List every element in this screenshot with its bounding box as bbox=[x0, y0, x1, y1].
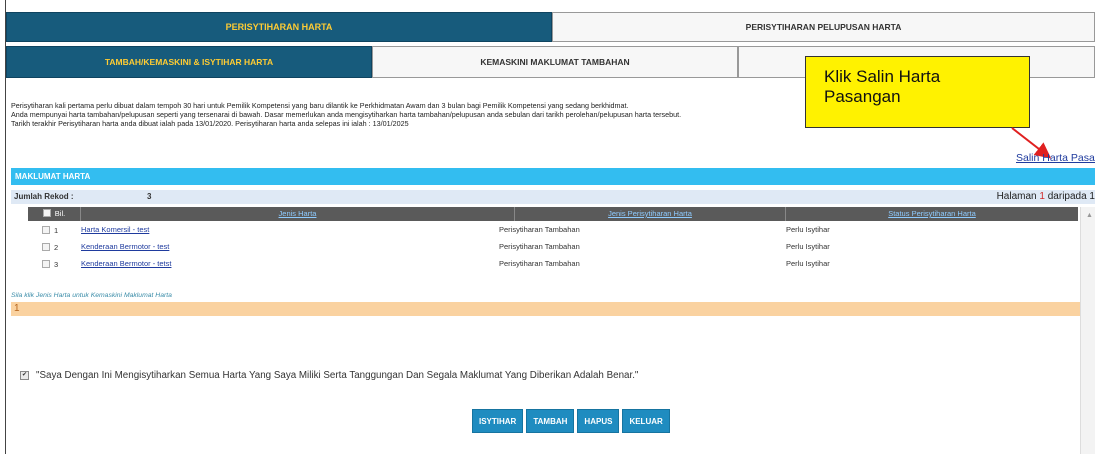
row-jenis-harta-link[interactable]: Kenderaan Bermotor - test bbox=[81, 238, 169, 255]
declaration-checkbox[interactable]: ✔ bbox=[20, 370, 29, 380]
callout-line-2: Pasangan bbox=[824, 87, 901, 106]
callout-box: Klik Salin Harta Pasangan bbox=[805, 56, 1030, 128]
table-row: 3 Kenderaan Bermotor - tetst Perisytihar… bbox=[11, 255, 1078, 272]
record-count-label: Jumlah Rekod : bbox=[14, 192, 74, 201]
row-jenis-harta-link[interactable]: Kenderaan Bermotor - tetst bbox=[81, 255, 171, 272]
action-buttons: ISYTIHAR TAMBAH HAPUS KELUAR bbox=[472, 409, 670, 433]
header-bil-label: Bil. bbox=[54, 209, 66, 218]
table-row: 1 Harta Komersil - test Perisytiharan Ta… bbox=[11, 221, 1078, 238]
info-line-3: Tarikh terakhir Perisytiharan harta anda… bbox=[11, 119, 409, 128]
isytihar-button[interactable]: ISYTIHAR bbox=[472, 409, 524, 433]
section-maklumat-harta: MAKLUMAT HARTA bbox=[11, 168, 1095, 185]
select-all-checkbox[interactable] bbox=[42, 209, 51, 217]
page-indicator[interactable]: 1 bbox=[14, 303, 20, 314]
tab-kemaskini-maklumat-tambahan[interactable]: KEMASKINI MAKLUMAT TAMBAHAN bbox=[372, 46, 738, 78]
info-line-2: Anda mempunyai harta tambahan/pelupusan … bbox=[11, 110, 682, 119]
pagination: Halaman 1 daripada 1 bbox=[997, 190, 1095, 204]
row-jenis-perisytiharan: Perisytiharan Tambahan bbox=[499, 259, 580, 268]
row-jenis-perisytiharan: Perisytiharan Tambahan bbox=[499, 225, 580, 234]
header-jenis-perisytiharan[interactable]: Jenis Perisytiharan Harta bbox=[514, 207, 785, 221]
salin-harta-pasangan-link[interactable]: Salin Harta Pasangan bbox=[1016, 152, 1095, 164]
scroll-up-icon[interactable]: ▲ bbox=[1086, 212, 1093, 219]
row-checkbox[interactable] bbox=[42, 260, 50, 268]
info-line-1: Perisytiharan kali pertama perlu dibuat … bbox=[11, 101, 629, 110]
row-status: Perlu Isytihar bbox=[786, 242, 830, 251]
row-checkbox[interactable] bbox=[42, 226, 50, 234]
tab-tambah-kemaskini-isytihar[interactable]: TAMBAH/KEMASKINI & ISYTIHAR HARTA bbox=[6, 46, 372, 78]
declaration: ✔ "Saya Dengan Ini Mengisytiharkan Semua … bbox=[20, 370, 638, 381]
table-row: 2 Kenderaan Bermotor - test Perisytihara… bbox=[11, 238, 1078, 255]
info-text: Perisytiharan kali pertama perlu dibuat … bbox=[11, 101, 811, 128]
row-checkbox[interactable] bbox=[42, 243, 50, 251]
row-bil: 2 bbox=[54, 243, 59, 252]
pagination-suffix: daripada 1 bbox=[1047, 191, 1095, 202]
tambah-button[interactable]: TAMBAH bbox=[526, 409, 575, 433]
hapus-button[interactable]: HAPUS bbox=[577, 409, 620, 433]
callout-line-1: Klik Salin Harta bbox=[824, 67, 941, 86]
pagination-prefix: Halaman bbox=[996, 191, 1037, 202]
table-header: Bil. Jenis Harta Jenis Perisytiharan Har… bbox=[28, 207, 1078, 221]
row-bil: 1 bbox=[54, 226, 59, 235]
declaration-text: "Saya Dengan Ini Mengisytiharkan Semua H… bbox=[36, 370, 639, 381]
main-tab-bar: PERISYTIHARAN HARTA PERISYTIHARAN PELUPU… bbox=[6, 12, 1095, 42]
row-jenis-perisytiharan: Perisytiharan Tambahan bbox=[499, 242, 580, 251]
keluar-button[interactable]: KELUAR bbox=[622, 409, 670, 433]
row-jenis-harta-link[interactable]: Harta Komersil - test bbox=[81, 221, 149, 238]
hint-text: Sila klik Jenis Harta untuk Kemaskini Ma… bbox=[11, 292, 172, 299]
row-bil: 3 bbox=[54, 260, 59, 269]
header-bil: Bil. bbox=[28, 207, 80, 221]
tab-perisytiharan-pelupusan-harta[interactable]: PERISYTIHARAN PELUPUSAN HARTA bbox=[552, 12, 1095, 42]
record-bar: Jumlah Rekod : 3 Halaman 1 daripada 1 bbox=[11, 190, 1095, 204]
tab-perisytiharan-harta[interactable]: PERISYTIHARAN HARTA bbox=[6, 12, 552, 42]
harta-table: Bil. Jenis Harta Jenis Perisytiharan Har… bbox=[11, 207, 1078, 272]
pagination-current-page[interactable]: 1 bbox=[1039, 191, 1045, 202]
row-status: Perlu Isytihar bbox=[786, 259, 830, 268]
row-status: Perlu Isytihar bbox=[786, 225, 830, 234]
scrollbar[interactable] bbox=[1080, 207, 1095, 454]
header-jenis-harta[interactable]: Jenis Harta bbox=[80, 207, 514, 221]
record-count-value: 3 bbox=[147, 192, 152, 201]
page-indicator-bar: 1 bbox=[11, 302, 1080, 316]
header-status[interactable]: Status Perisytiharan Harta bbox=[785, 207, 1078, 221]
